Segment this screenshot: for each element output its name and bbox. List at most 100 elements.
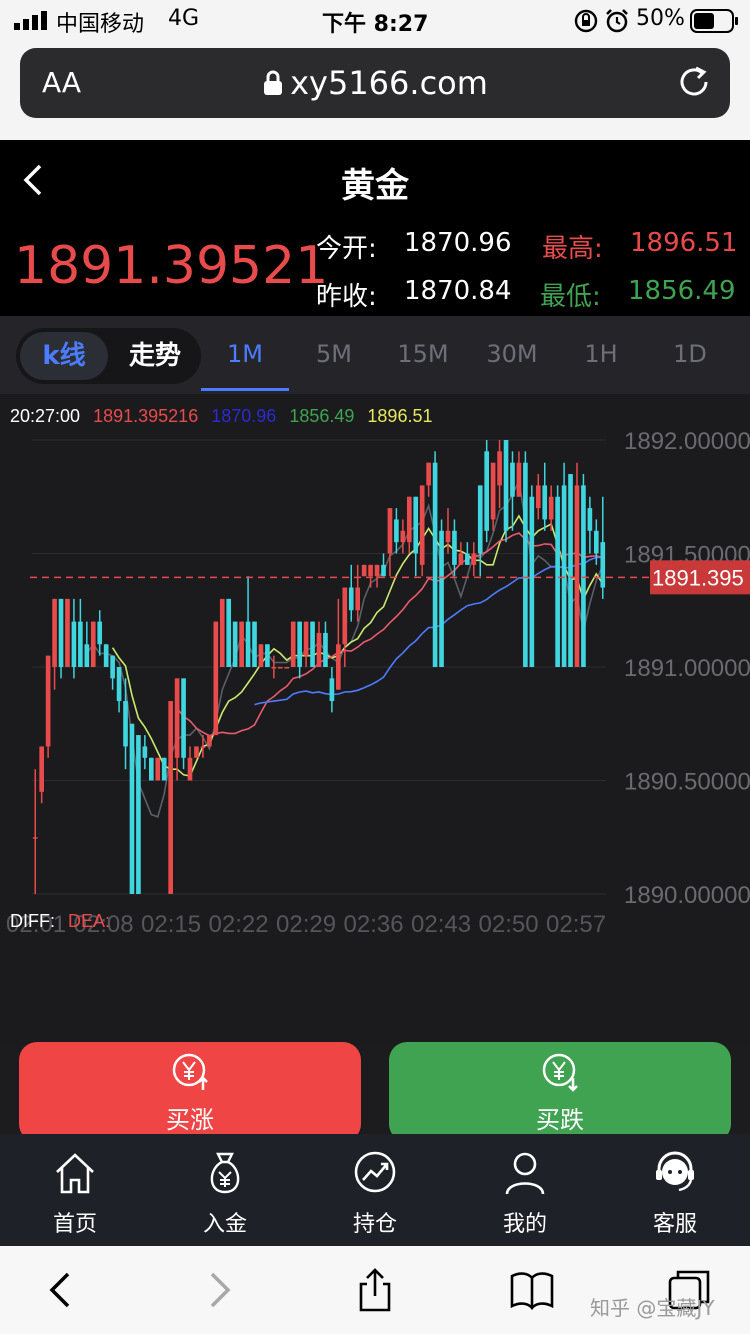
candle-body	[477, 485, 483, 554]
candle-body	[600, 542, 606, 588]
x-tick-label: 02:43	[411, 911, 471, 938]
page-title: 黄金	[341, 166, 409, 206]
candle-body	[155, 757, 161, 781]
low-value: 1856.49	[628, 276, 736, 306]
yuan-down-icon	[542, 1053, 578, 1092]
candle-body	[574, 485, 580, 667]
candle-body	[90, 621, 96, 667]
network-type: 4G	[168, 6, 200, 31]
buy-down-button[interactable]: 买跌	[389, 1042, 731, 1142]
candle-body	[387, 508, 393, 554]
browser-forward-icon[interactable]	[196, 1268, 240, 1312]
candle-body	[303, 621, 309, 656]
timeframe-tab-1h[interactable]: 1H	[566, 340, 636, 368]
user-icon	[505, 1152, 545, 1195]
x-tick-label: 02:29	[276, 911, 336, 938]
reload-icon[interactable]	[674, 62, 714, 102]
tab-home[interactable]: 首页	[0, 1134, 150, 1246]
money-bag-icon	[210, 1152, 240, 1194]
buy-up-label: 买涨	[166, 1106, 214, 1134]
candle-body	[116, 667, 122, 702]
candle-body	[187, 757, 193, 781]
candle-body	[310, 621, 315, 667]
trend-tab[interactable]: 走势	[120, 332, 190, 380]
watermark: 知乎 @宝藏JY	[590, 1296, 715, 1320]
quote-header: 黄金 1891.39521 今开: 1870.96 最高: 1896.51 昨收…	[0, 140, 750, 316]
url-text: xy5166.com	[290, 64, 488, 102]
timeframe-tab-1d[interactable]: 1D	[655, 340, 725, 368]
candle-body	[548, 496, 554, 520]
browser-toolbar: 知乎 @宝藏JY	[0, 1246, 750, 1334]
candle-body	[381, 564, 386, 577]
high-label: 最高:	[542, 234, 603, 264]
x-tick-label: 02:57	[546, 911, 606, 938]
candle-body	[342, 587, 348, 645]
x-tick-label: 02:36	[344, 911, 404, 938]
kline-tab[interactable]: k线	[20, 332, 108, 380]
clock: 下午 8:27	[322, 12, 429, 37]
address-bar[interactable]: AA xy5166.com	[20, 48, 730, 118]
dea-label: DEA:	[68, 911, 110, 931]
candle-body	[45, 655, 51, 747]
bookmarks-icon[interactable]	[510, 1268, 554, 1312]
y-axis-labels: 1892.000001891.500001891.000001890.50000…	[624, 428, 750, 909]
ma-line	[111, 514, 604, 777]
candle-body	[265, 644, 270, 667]
candle-body	[510, 462, 515, 497]
candle-body	[58, 598, 64, 667]
y-tick-label: 1891.00000	[624, 655, 750, 682]
candle-body	[465, 553, 470, 565]
candle-body	[323, 632, 328, 667]
browser-back-icon[interactable]	[40, 1268, 84, 1312]
tab-profile[interactable]: 我的	[450, 1134, 600, 1246]
y-tick-label: 1890.00000	[624, 882, 750, 909]
candle-body	[406, 496, 412, 543]
current-price: 1891.39521	[14, 236, 329, 296]
candle-body	[129, 723, 135, 894]
carrier: 中国移动	[56, 12, 145, 37]
candle-body	[413, 496, 419, 554]
candle-body	[161, 757, 167, 781]
info-low: 1856.49	[289, 406, 354, 426]
candle-body	[245, 621, 251, 667]
info-time: 20:27:00	[10, 406, 80, 426]
battery-icon	[690, 9, 738, 33]
candle-body	[32, 837, 38, 839]
candle-body	[168, 701, 173, 894]
timeframe-tab-30m[interactable]: 30M	[477, 340, 547, 368]
tab-positions[interactable]: 持仓	[300, 1134, 450, 1246]
candle-body	[290, 621, 296, 667]
timeframe-tab-1m[interactable]: 1M	[210, 340, 280, 368]
candle-body	[361, 564, 367, 577]
candlestick-chart[interactable]: 1892.000001891.500001891.000001890.50000…	[0, 394, 750, 1044]
headset-icon	[656, 1151, 694, 1192]
candle-body	[555, 496, 560, 667]
candle-body	[497, 451, 502, 486]
candle-body	[581, 485, 586, 667]
candle-body	[103, 644, 109, 667]
candle-body	[516, 462, 522, 497]
candle-body	[348, 587, 354, 611]
candle-body	[355, 587, 361, 611]
candle-body	[181, 678, 186, 758]
candle-body	[336, 644, 341, 690]
tab-support[interactable]: 客服	[600, 1134, 750, 1246]
share-icon[interactable]	[353, 1268, 397, 1312]
candle-body	[84, 644, 90, 667]
timeframe-tab-5m[interactable]: 5M	[299, 340, 369, 368]
candle-body	[400, 530, 406, 543]
candle-body	[174, 678, 180, 758]
low-label: 最低:	[540, 282, 601, 312]
buy-up-button[interactable]: 买涨	[19, 1042, 361, 1142]
open-label: 今开:	[316, 234, 377, 264]
yuan-up-icon	[172, 1053, 208, 1090]
orientation-lock-icon	[574, 9, 598, 33]
x-tick-label: 02:22	[209, 911, 269, 938]
candle-body	[529, 496, 535, 667]
timeframe-tab-15m[interactable]: 15M	[388, 340, 458, 368]
candle-body	[458, 553, 464, 565]
candle-body	[594, 530, 599, 554]
tab-deposit[interactable]: 入金	[150, 1134, 300, 1246]
candle-body	[484, 451, 490, 531]
svg-text:20:27:00 1891.395216 1: 20:27:00 1891.395216 1870.96 1856.49 189…	[10, 406, 432, 426]
